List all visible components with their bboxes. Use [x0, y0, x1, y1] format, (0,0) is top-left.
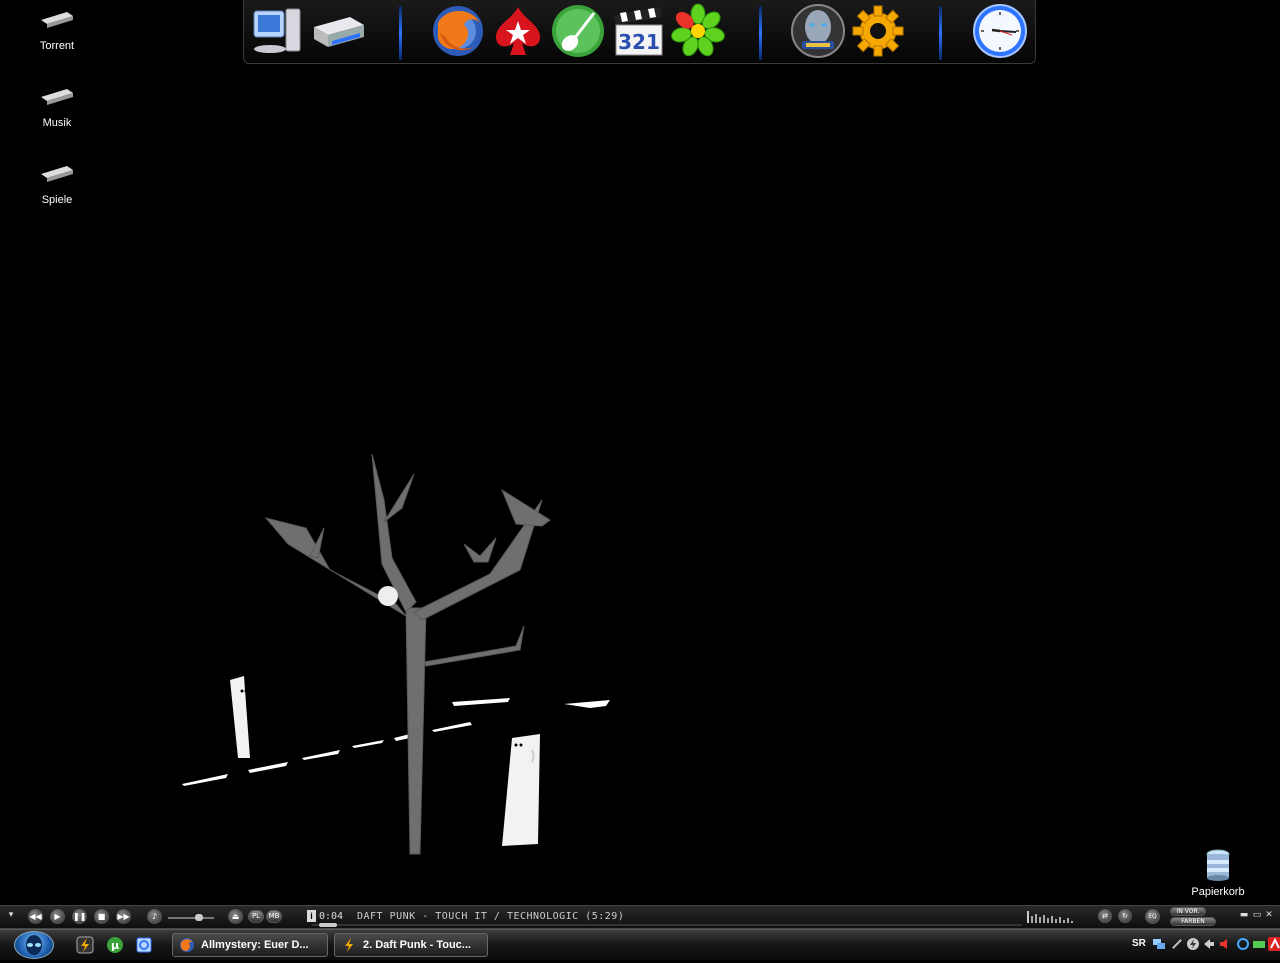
internet-icon[interactable]: [135, 936, 153, 954]
computer-icon: [253, 8, 301, 53]
desktop-icon-spiele[interactable]: Spiele: [17, 160, 97, 206]
restore-button[interactable]: ▭: [1252, 910, 1262, 920]
utorrent-icon[interactable]: µ: [106, 936, 124, 954]
playback-time: 0:04: [319, 911, 344, 922]
winamp-icon: [345, 938, 353, 952]
taskbar: µ Allmystery: Euer D... 2. Daft Punk - T…: [0, 929, 1280, 960]
task-firefox[interactable]: Allmystery: Euer D...: [172, 933, 328, 957]
moon: [378, 586, 398, 606]
pause-button[interactable]: ❚❚: [72, 909, 87, 924]
utorrent-tray-icon[interactable]: [1186, 937, 1200, 951]
sync-icon[interactable]: [1236, 937, 1250, 951]
dock-item-printer[interactable]: [310, 3, 366, 59]
visualizer: [1027, 911, 1073, 923]
figure-right: [502, 734, 540, 846]
clapper-number: 321: [618, 30, 660, 54]
desktop-icon-label: Papierkorb: [1191, 886, 1245, 898]
language-indicator[interactable]: SR: [1132, 938, 1146, 949]
volume-icon[interactable]: [1218, 937, 1232, 951]
dock-item-firefox[interactable]: [430, 3, 486, 59]
desktop-icon-label: Torrent: [39, 40, 75, 52]
antivirus-icon[interactable]: [1268, 937, 1280, 951]
next-button[interactable]: ▶▶: [116, 909, 131, 924]
network-status-icon[interactable]: [1252, 937, 1266, 951]
pokerstars-icon: [496, 7, 540, 55]
repeat-button[interactable]: ↻: [1118, 909, 1132, 923]
gear-icon: [852, 5, 904, 57]
seek-bar-knob[interactable]: [318, 923, 337, 927]
dock-item-my-computer[interactable]: [250, 3, 306, 59]
previous-button[interactable]: ◀◀: [28, 909, 43, 924]
wallpaper-illustration: [182, 453, 610, 855]
system-tray: SR: [1128, 933, 1280, 957]
dock-item-settings[interactable]: [850, 3, 906, 59]
dock-item-clock[interactable]: [972, 3, 1028, 59]
desktop-icon-label: Spiele: [41, 194, 73, 206]
equalizer-button[interactable]: EQ: [1145, 909, 1160, 924]
folder-icon: [41, 166, 73, 182]
firefox-icon: [180, 938, 194, 952]
seek-bar[interactable]: [312, 923, 1022, 927]
track-title: DAFT PUNK - TOUCH IT / TECHNOLOGIC (5:29…: [357, 911, 625, 922]
desktop-icon-torrent[interactable]: Torrent: [17, 6, 97, 52]
desktop-icon-papierkorb[interactable]: Papierkorb: [1178, 848, 1258, 898]
dock-item-icq[interactable]: [670, 3, 726, 59]
task-label: Allmystery: Euer D...: [201, 939, 309, 951]
wrench-icon[interactable]: [1170, 937, 1184, 951]
winamp-icon[interactable]: [76, 936, 94, 954]
dock-separator: [759, 6, 762, 60]
dock-item-media-player-classic[interactable]: 321: [610, 3, 666, 59]
playlist-button[interactable]: PL: [248, 910, 264, 923]
media-player-bar: ▾ ◀◀ ▶ ❚❚ ■ ▶▶ ♪ ⏏ PL MB i 0:04 DAFT PUN…: [0, 905, 1280, 929]
dock-item-guitar-pro[interactable]: [550, 3, 606, 59]
media-library-button[interactable]: MB: [266, 910, 282, 923]
folder-icon: [41, 12, 73, 28]
task-label: 2. Daft Punk - Touc...: [363, 939, 471, 951]
farben-button[interactable]: FARBEN: [1170, 917, 1216, 926]
icq-flower-icon: [671, 3, 725, 57]
volume-slider-knob[interactable]: [194, 914, 203, 921]
dock-item-pokerstars[interactable]: [490, 3, 546, 59]
desktop-icon-label: Musik: [42, 117, 72, 129]
shuffle-button[interactable]: ⇄: [1098, 909, 1112, 923]
info-icon[interactable]: i: [307, 910, 316, 922]
arrow-icon[interactable]: [1202, 937, 1216, 951]
media-player-icon: 321: [614, 7, 663, 56]
dock-item-warcraft[interactable]: [790, 3, 846, 59]
player-menu-icon[interactable]: ▾: [6, 910, 16, 920]
folder-icon: [41, 89, 73, 105]
figure-left: [230, 676, 250, 758]
stop-button[interactable]: ■: [94, 909, 109, 924]
guitar-icon: [552, 5, 604, 57]
in-vor-button[interactable]: IN VOR.: [1170, 907, 1206, 916]
start-button[interactable]: [14, 931, 54, 959]
warcraft-icon: [791, 4, 845, 58]
desktop-icon-musik[interactable]: Musik: [17, 83, 97, 129]
task-winamp[interactable]: 2. Daft Punk - Touc...: [334, 933, 488, 957]
application-dock: 321: [243, 0, 1036, 64]
close-button[interactable]: ✕: [1264, 910, 1274, 920]
dock-separator: [939, 6, 942, 60]
network-icon[interactable]: [1152, 937, 1166, 951]
eject-button[interactable]: ⏏: [228, 909, 243, 924]
play-button[interactable]: ▶: [50, 909, 65, 924]
recycle-bin-icon: [1206, 849, 1230, 881]
alienware-logo-icon: [26, 935, 42, 955]
volume-icon[interactable]: ♪: [147, 909, 162, 924]
firefox-icon: [433, 6, 483, 56]
printer-icon: [314, 17, 364, 47]
svg-text:µ: µ: [111, 939, 119, 952]
minimize-button[interactable]: ▬: [1239, 910, 1249, 920]
clock-icon: [973, 4, 1027, 58]
dock-separator: [399, 6, 402, 60]
volume-slider[interactable]: [168, 914, 214, 921]
